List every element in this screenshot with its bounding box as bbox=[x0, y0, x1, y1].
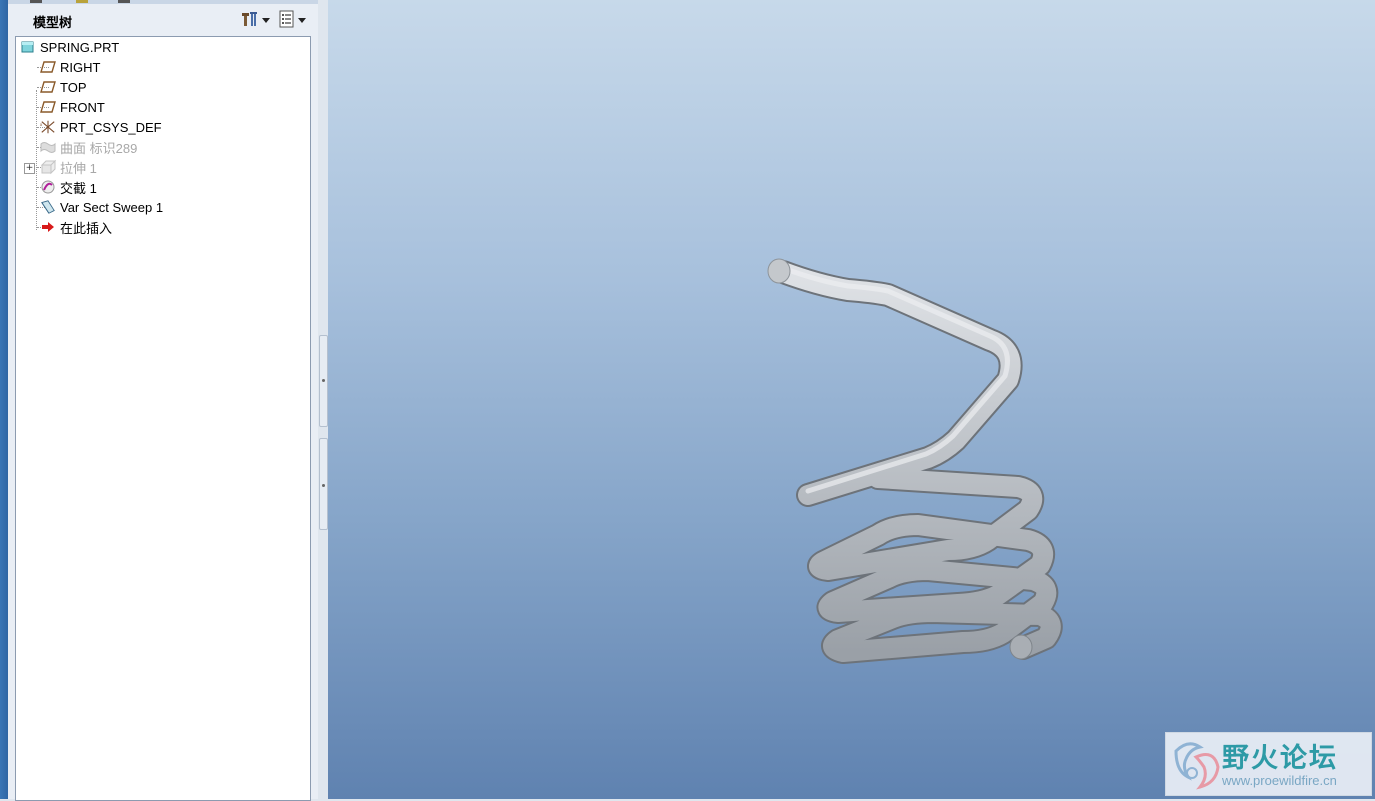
splitter-grip[interactable] bbox=[319, 438, 328, 530]
tree-item-intersect[interactable]: 交截 1 bbox=[40, 177, 97, 197]
tree-item-label: Var Sect Sweep 1 bbox=[60, 199, 164, 215]
tree-item-label: PRT_CSYS_DEF bbox=[60, 119, 162, 135]
model-tree-panel: 模型树 + SPRING.PRT RIGHT TOP FRONT x PRT_C… bbox=[8, 4, 319, 801]
watermark-title: 野火论坛 bbox=[1222, 743, 1338, 774]
chevron-down-icon bbox=[262, 17, 270, 23]
tree-item-right[interactable]: RIGHT bbox=[40, 57, 100, 77]
tree-item-prt-csys-def[interactable]: x PRT_CSYS_DEF bbox=[40, 117, 162, 137]
part-icon bbox=[20, 39, 36, 55]
datum-plane-icon bbox=[40, 99, 56, 115]
tree-item-label: RIGHT bbox=[60, 59, 101, 75]
tree-item-extrude[interactable]: 拉伸 1 bbox=[40, 157, 97, 177]
tree-item-label: TOP bbox=[60, 79, 87, 95]
chevron-down-icon bbox=[298, 17, 306, 23]
expand-toggle[interactable]: + bbox=[24, 163, 35, 174]
tree-item-label: 在此插入 bbox=[60, 220, 113, 236]
tree-item-insert-here[interactable]: 在此插入 bbox=[40, 217, 112, 237]
tree-item-label: SPRING.PRT bbox=[40, 39, 120, 55]
datum-plane-icon bbox=[40, 59, 56, 75]
tree-item-spring-prt[interactable]: SPRING.PRT bbox=[20, 37, 119, 57]
sweep-icon bbox=[40, 199, 56, 215]
tree-settings-button[interactable] bbox=[240, 10, 270, 30]
tree-item-label: 交截 1 bbox=[60, 180, 97, 196]
watermark-url: www.proewildfire.cn bbox=[1222, 773, 1337, 788]
window-left-edge bbox=[0, 0, 8, 799]
tab-marker bbox=[30, 0, 42, 3]
surface-icon bbox=[40, 139, 56, 155]
tab-marker bbox=[118, 0, 130, 3]
coordinate-system-icon: x bbox=[40, 119, 56, 135]
tab-marker bbox=[76, 0, 88, 3]
tree-item-front[interactable]: FRONT bbox=[40, 97, 105, 117]
tree-item-label: 曲面 标识289 bbox=[60, 140, 138, 156]
tree-item-label: FRONT bbox=[60, 99, 105, 115]
extrude-icon bbox=[40, 159, 56, 175]
model-tree-header: 模型树 bbox=[8, 4, 318, 34]
forum-logo-icon bbox=[1174, 742, 1220, 790]
intersect-icon bbox=[40, 179, 56, 195]
model-tree: + SPRING.PRT RIGHT TOP FRONT x PRT_CSYS_… bbox=[15, 36, 311, 801]
tree-show-icon bbox=[278, 10, 296, 31]
tree-connector bbox=[36, 90, 37, 230]
splitter-grip[interactable] bbox=[319, 335, 328, 427]
tree-item-label: 拉伸 1 bbox=[60, 160, 97, 176]
panel-title: 模型树 bbox=[33, 16, 73, 31]
panel-splitter[interactable] bbox=[318, 0, 328, 799]
tree-item-top[interactable]: TOP bbox=[40, 77, 87, 97]
tree-show-button[interactable] bbox=[278, 10, 306, 30]
watermark: 野火论坛 www.proewildfire.cn bbox=[1165, 732, 1372, 796]
tree-settings-icon bbox=[240, 10, 260, 31]
tree-item-surface[interactable]: 曲面 标识289 bbox=[40, 137, 137, 157]
tree-item-var-sect-sweep[interactable]: Var Sect Sweep 1 bbox=[40, 197, 163, 217]
spring-sweep-model bbox=[767, 258, 1063, 664]
insert-here-arrow-icon bbox=[40, 219, 56, 235]
graphics-viewport[interactable] bbox=[328, 0, 1375, 799]
datum-plane-icon bbox=[40, 79, 56, 95]
